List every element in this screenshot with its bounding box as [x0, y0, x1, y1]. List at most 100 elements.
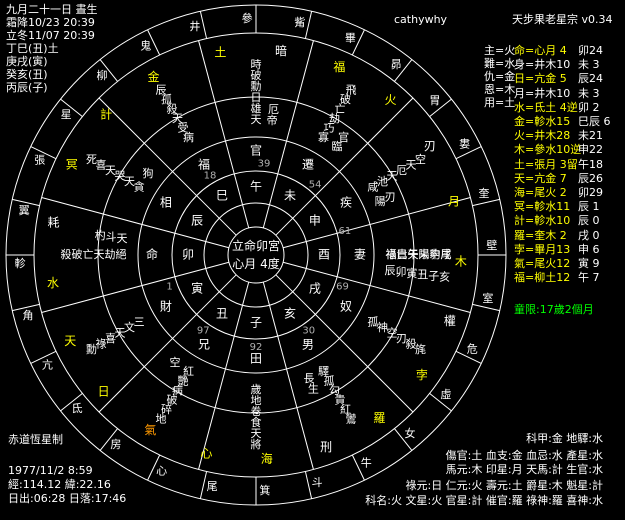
spirit-char: 天 [115, 327, 126, 340]
house-divider [98, 97, 237, 236]
planet-glyph: 暗 [275, 43, 287, 58]
spirit-char: 生 [308, 381, 319, 395]
palace-label: 福 [198, 156, 210, 171]
spirit-char: 時 [251, 58, 262, 71]
mansion-label: 亢 [42, 357, 53, 371]
spirit-char: 辰 [385, 264, 396, 277]
spirit-char: 狗 [143, 167, 154, 180]
spirit-char: 飛 [346, 83, 357, 96]
spirit-char: 旄 [415, 342, 426, 356]
mansion-label: 婁 [459, 137, 470, 151]
planet-glyph: 天 [64, 334, 76, 348]
planet-glyph: 刑 [320, 440, 332, 454]
degree-label: 69 [336, 281, 349, 292]
palace-label: 奴 [340, 300, 352, 314]
spirit-char: 破 [72, 247, 83, 261]
mansion-label: 軫 [15, 256, 26, 270]
branch-label: 卯 [182, 248, 194, 262]
mansion-label: 氐 [72, 402, 83, 415]
spirit-char: 哭 [115, 170, 126, 183]
mansion-label: 尾 [207, 480, 218, 493]
mansion-label: 井 [189, 19, 200, 33]
palace-label: 遷 [302, 157, 314, 171]
spirit-char: 斗 [106, 231, 117, 244]
degree-label: 54 [309, 180, 322, 191]
spirit-char: 殺 [61, 247, 72, 261]
palace-label: 疾 [340, 195, 352, 210]
branch-label: 丑 [216, 306, 228, 320]
spirit-char: 文 [124, 320, 135, 334]
spirit-char: 亡 [83, 247, 94, 261]
planet-glyph: 心 [200, 446, 212, 460]
house-divider [275, 97, 414, 236]
branch-label: 未 [284, 189, 296, 203]
palace-label: 妻 [354, 248, 366, 262]
degree-label: 1 [166, 281, 172, 292]
branch-label: 午 [250, 180, 262, 194]
spirit-char: 午 [408, 248, 419, 261]
mansion-label: 柳 [97, 68, 108, 82]
planet-glyph: 木 [455, 255, 467, 269]
palace-label: 官 [250, 143, 262, 158]
planet-glyph: 海 [261, 451, 273, 466]
mansion-label: 畢 [345, 32, 356, 45]
mansion-label: 危 [467, 342, 478, 355]
spirit-char: 貪 [134, 180, 145, 194]
degree-label: 39 [258, 158, 271, 169]
spirit-char: 勳 [86, 342, 97, 356]
mansion-label: 斗 [312, 476, 323, 489]
horoscope-chart-page: 九月二十一日 晝生 霜降10/23 20:39 立冬11/07 20:39 丁巳… [0, 0, 625, 520]
degree-label: 61 [338, 226, 351, 237]
planet-glyph: 冥 [66, 158, 78, 172]
mansion-label: 角 [23, 309, 34, 322]
spirit-char: 劫 [105, 248, 116, 261]
palace-label: 男 [302, 338, 314, 352]
branch-label: 亥 [284, 306, 296, 320]
mansion-label: 參 [242, 11, 253, 25]
spirit-char: 喜 [105, 332, 116, 345]
branch-label: 辰 [191, 214, 203, 228]
spirit-char: 辰 [156, 83, 167, 96]
mansion-label: 翼 [19, 204, 30, 217]
planet-glyph: 孛 [416, 368, 428, 382]
spirit-char: 子 [428, 269, 439, 282]
mansion-label: 虛 [440, 388, 451, 401]
spirit-char: 喜 [95, 159, 106, 172]
branch-label: 子 [250, 316, 262, 330]
spirit-char: 地 [156, 413, 167, 426]
palace-label: 兄 [198, 338, 210, 352]
house-divider [98, 274, 237, 413]
planet-glyph: 水 [47, 276, 59, 290]
spirit-char: 天 [105, 164, 116, 177]
center-line-2: 心月 4度 [232, 256, 279, 271]
branch-label: 戌 [309, 282, 321, 296]
spirit-char: 三 [134, 316, 145, 329]
planet-glyph: 羅 [373, 411, 385, 425]
spirit-char: 絕 [116, 248, 127, 261]
spirit-char: 寅 [406, 266, 417, 280]
planet-glyph: 計 [100, 107, 112, 122]
planet-glyph: 金 [147, 69, 159, 84]
mansion-label: 奎 [478, 186, 489, 200]
spirit-char: 死 [86, 153, 97, 166]
horoscope-wheel: 星柳鬼井參 觜畢昴胃婁奎壁室危虛女牛斗箕尾心房氐亢角軫翼張卯寅丑子亥戌酉申未午巳辰… [5, 4, 507, 506]
planet-glyph: 火 [384, 93, 396, 107]
spirit-char: 官 [338, 130, 349, 144]
spirit-char: 巳 [397, 248, 408, 261]
branch-label: 申 [309, 214, 321, 228]
mansion-label: 星 [61, 108, 72, 121]
planet-glyph: 刃 [424, 139, 436, 153]
mansion-label: 房 [110, 438, 121, 451]
degree-label: 18 [204, 170, 217, 181]
mansion-divider [472, 303, 500, 312]
mansion-label: 鬼 [140, 38, 151, 52]
spirit-char: 卯 [395, 265, 406, 278]
spirit-char: 亥 [439, 270, 450, 284]
spirit-char: 天 [94, 248, 105, 261]
spirit-char: 天 [124, 175, 135, 188]
house-divider [275, 274, 414, 413]
planet-glyph: 土 [214, 46, 226, 60]
spirit-char: 空 [415, 152, 426, 166]
center-line-1: 立命卯宮 [232, 238, 280, 253]
mansion-label: 牛 [361, 456, 372, 470]
